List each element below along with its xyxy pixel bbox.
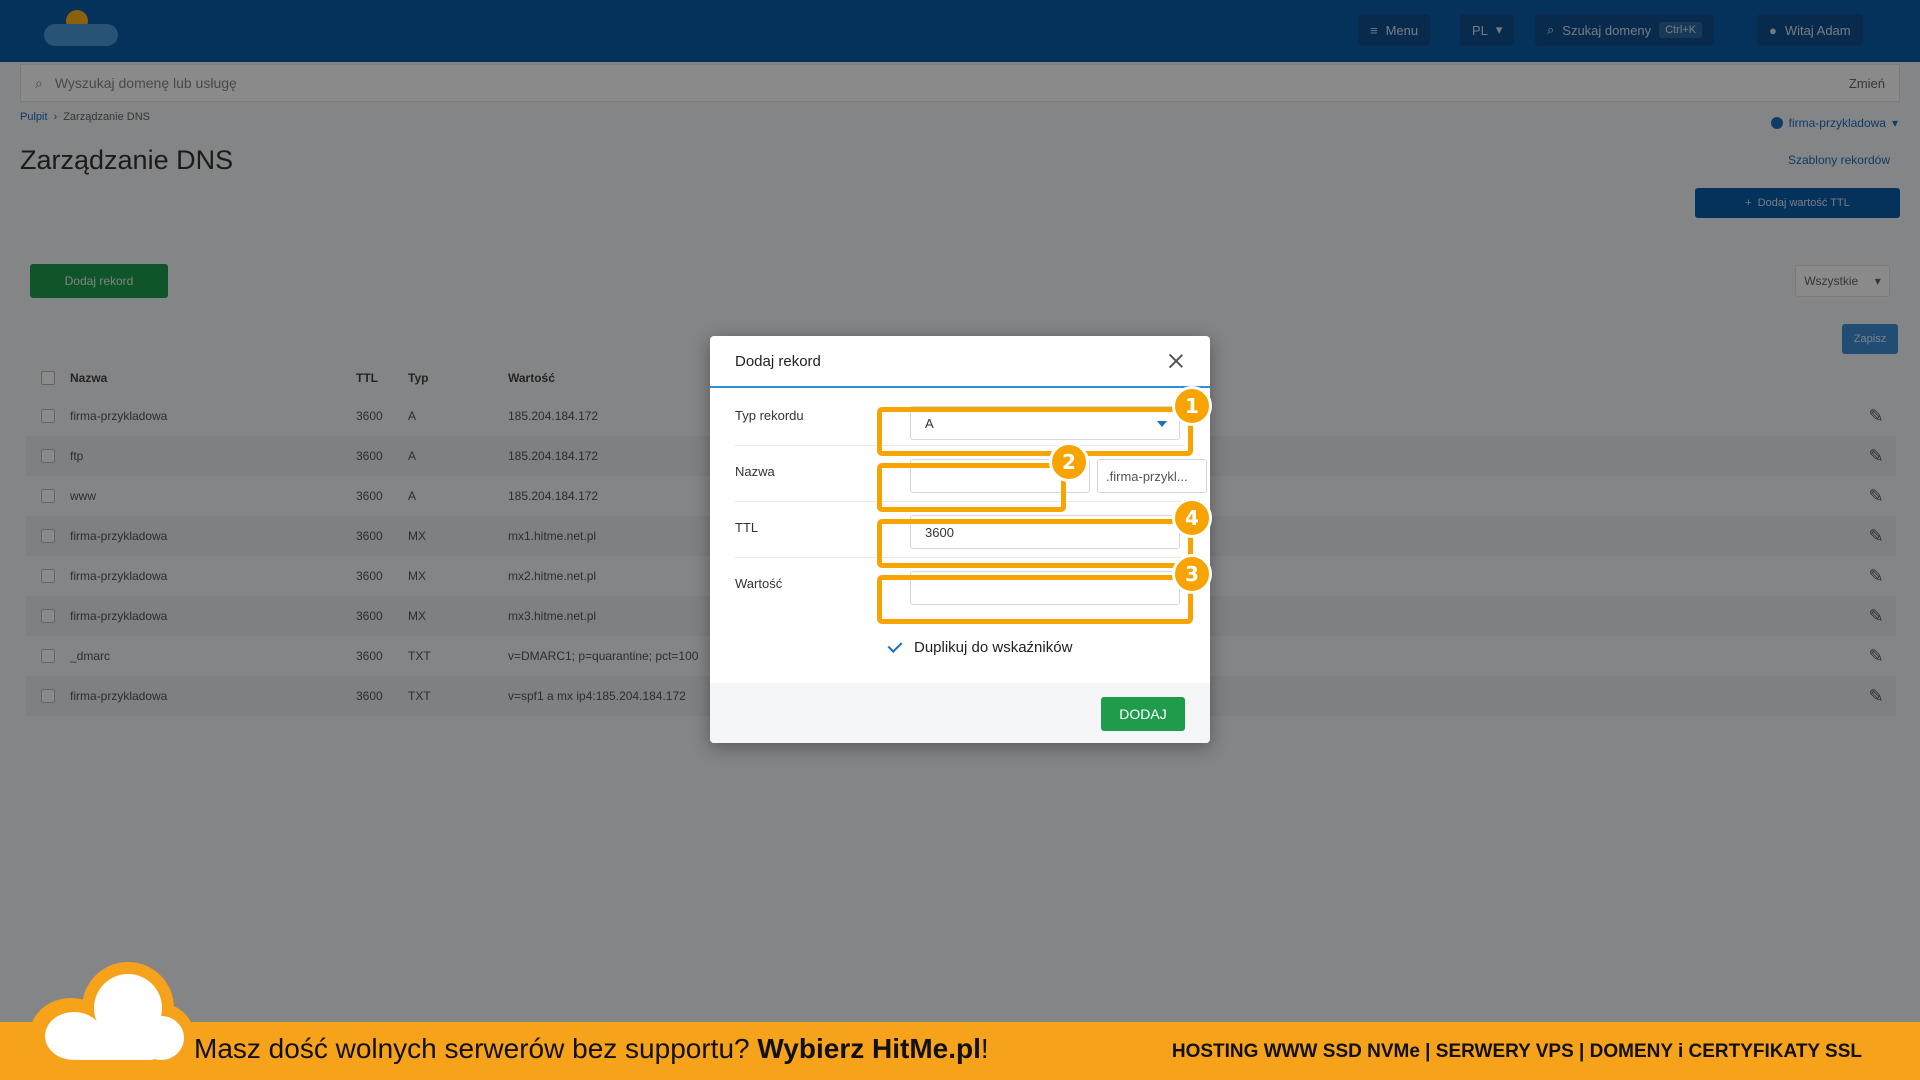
- name-label: Nazwa: [735, 464, 775, 479]
- ttl-label: TTL: [735, 520, 759, 535]
- dialog-header: Dodaj rekord: [710, 336, 1210, 388]
- checkmark-icon: [886, 638, 904, 656]
- ad-headline: Masz dość wolnych serwerów bez supportu?…: [194, 1033, 989, 1064]
- callout-badge: 1: [1172, 386, 1212, 426]
- submit-button[interactable]: DODAJ: [1101, 697, 1185, 731]
- highlight-value: [877, 575, 1193, 624]
- callout-badge: 3: [1172, 554, 1212, 594]
- close-icon[interactable]: [1167, 352, 1185, 370]
- highlight-ttl: [877, 519, 1193, 568]
- highlight-record-type: [877, 407, 1193, 456]
- ad-services: HOSTING WWW SSD NVMe | SERWERY VPS | DOM…: [1171, 1041, 1862, 1062]
- callout-badge: 2: [1049, 442, 1089, 482]
- highlight-name: [877, 463, 1066, 512]
- duplicate-label: Duplikuj do wskaźników: [914, 638, 1073, 656]
- record-type-label: Typ rekordu: [735, 408, 804, 423]
- cloud-logo-icon: [30, 962, 195, 1070]
- value-label: Wartość: [735, 576, 783, 591]
- dialog-title: Dodaj rekord: [735, 352, 821, 370]
- domain-suffix: .firma-przykl...: [1097, 459, 1207, 493]
- duplicate-checkbox[interactable]: Duplikuj do wskaźników: [886, 638, 1072, 656]
- dialog-footer: DODAJ: [710, 683, 1210, 743]
- callout-badge: 4: [1172, 498, 1212, 538]
